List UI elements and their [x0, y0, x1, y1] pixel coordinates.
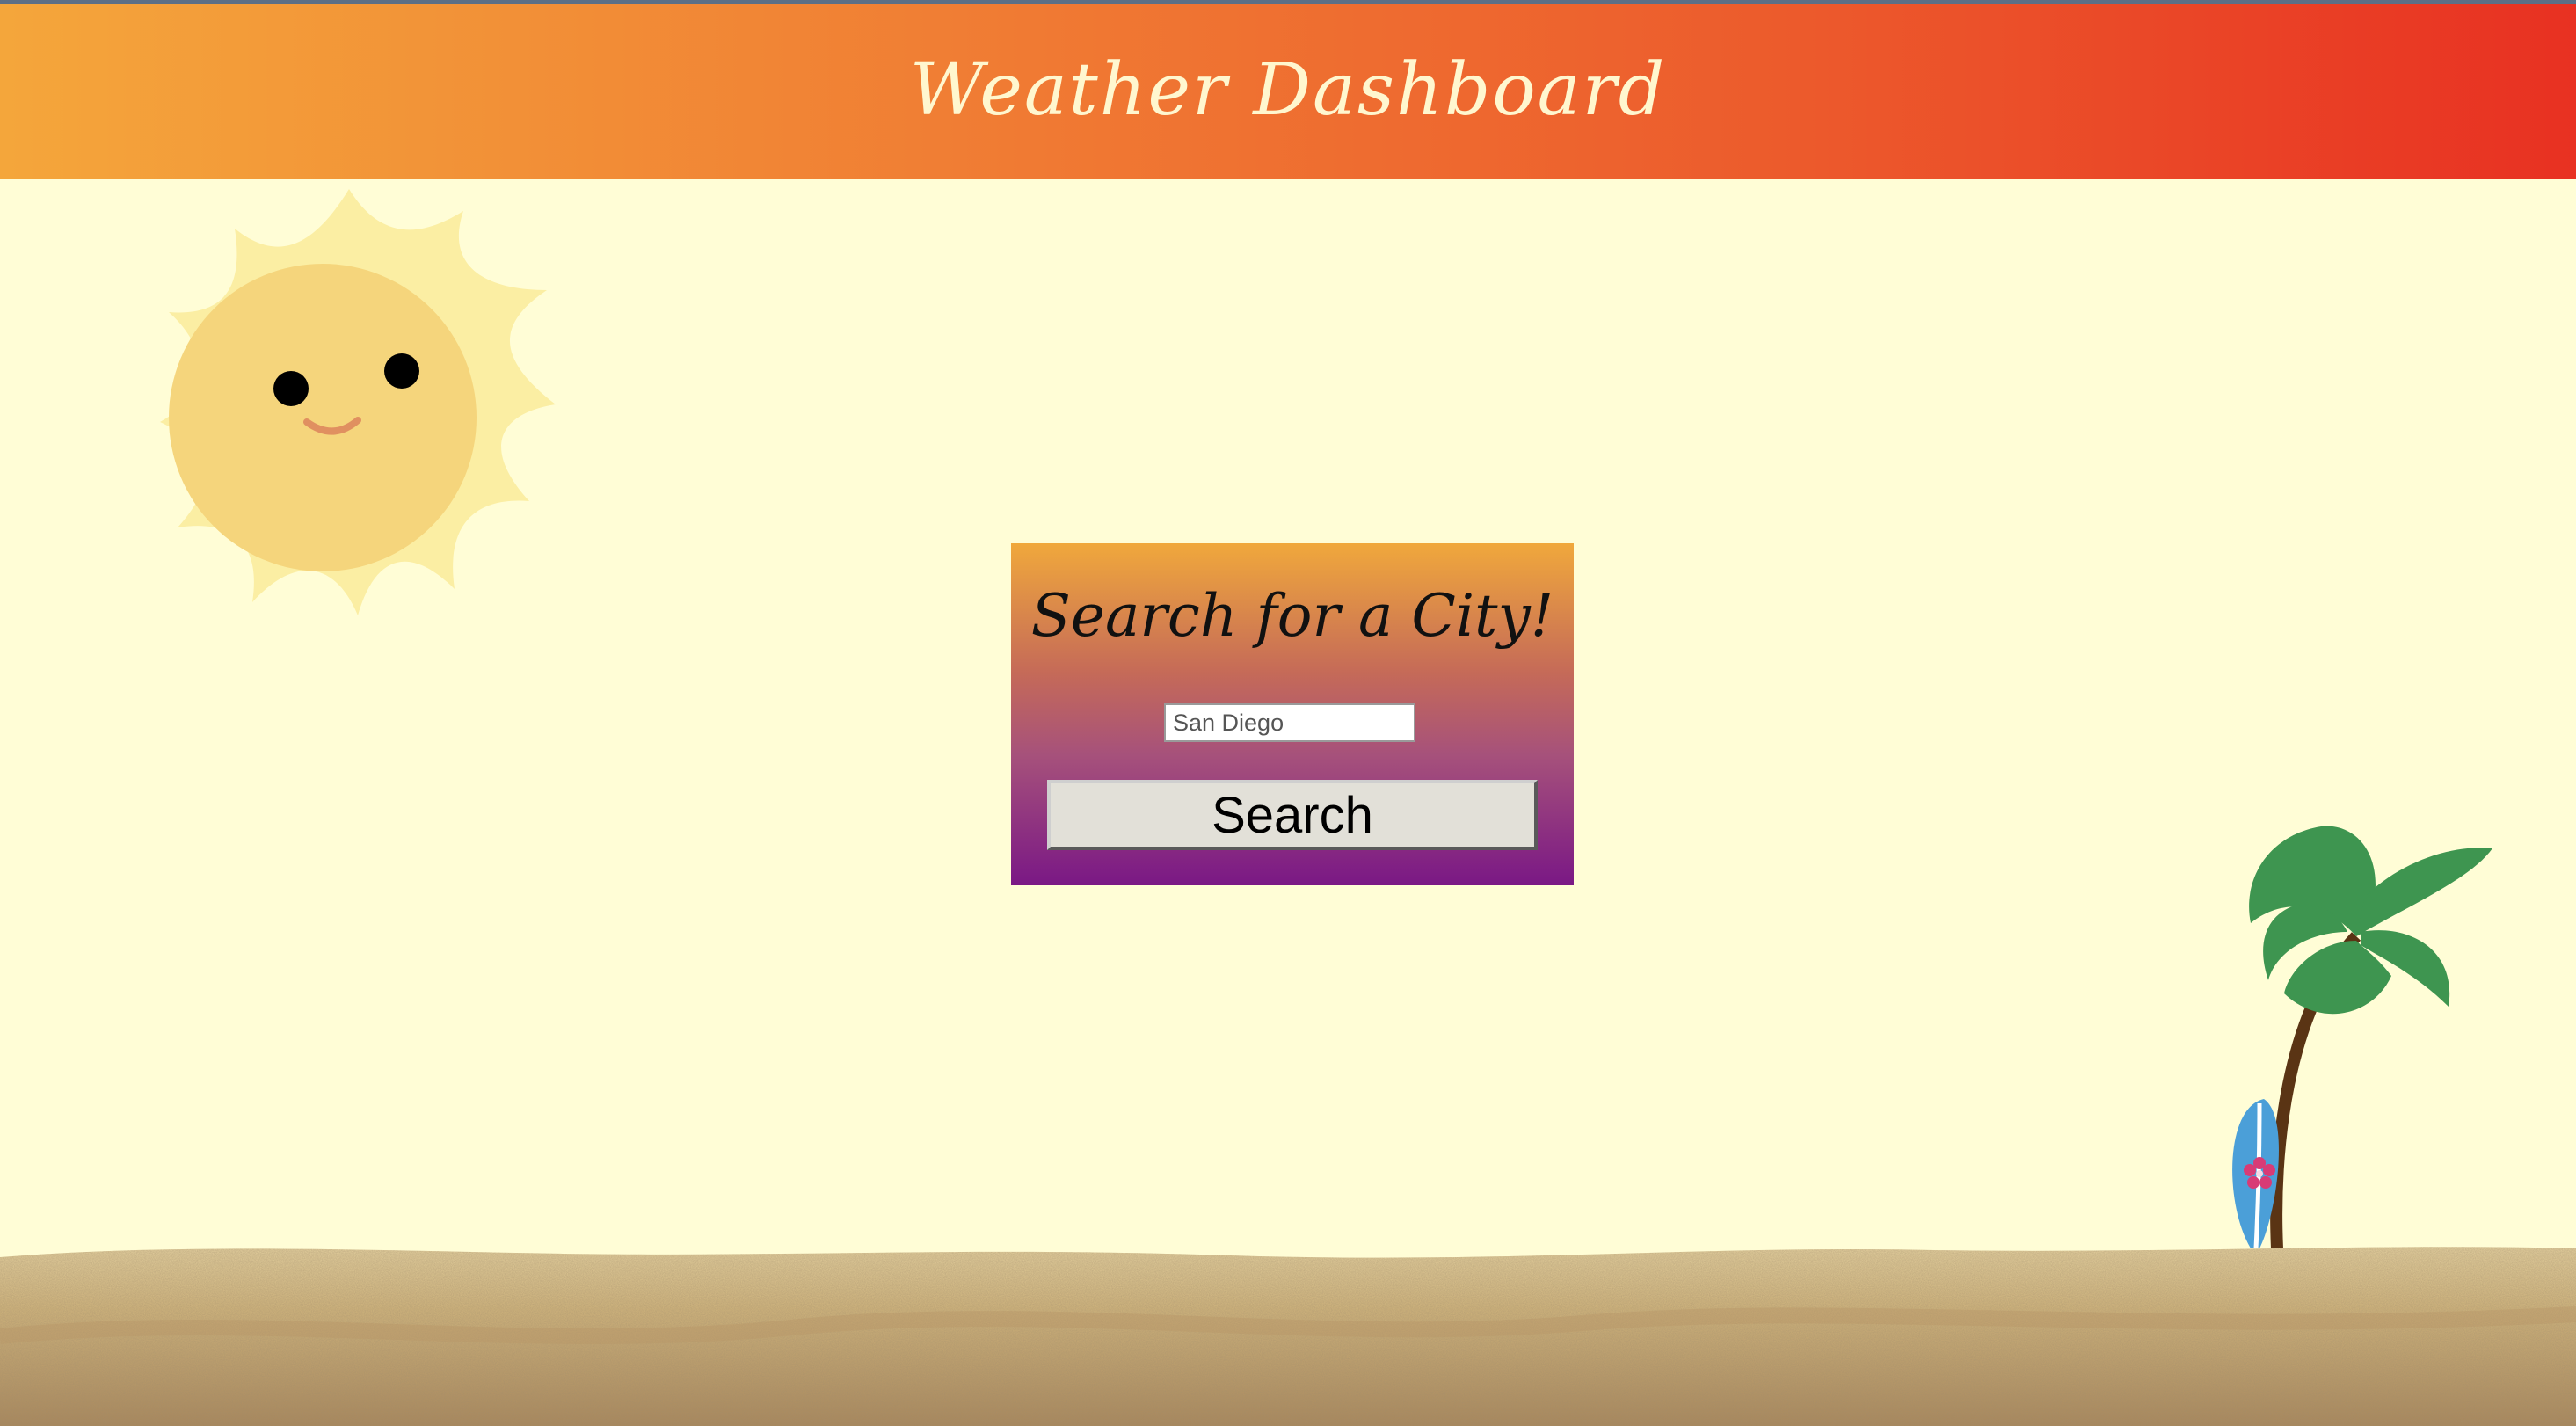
weather-dashboard-page: Weather Dashboard Search for a City! Sea… [0, 0, 2576, 1426]
palm-tree-icon [2232, 826, 2492, 1249]
sun-right-eye [384, 353, 419, 389]
page-header: Weather Dashboard [0, 4, 2576, 179]
smiling-sun-icon [160, 189, 556, 615]
sun-left-eye [273, 371, 309, 406]
search-panel-title: Search for a City! [1030, 582, 1554, 650]
sand-dunes-image [0, 1247, 2576, 1426]
city-search-input[interactable] [1164, 703, 1415, 742]
search-panel: Search for a City! Search [1011, 543, 1574, 885]
page-title: Weather Dashboard [909, 47, 1667, 132]
search-button[interactable]: Search [1047, 780, 1538, 850]
